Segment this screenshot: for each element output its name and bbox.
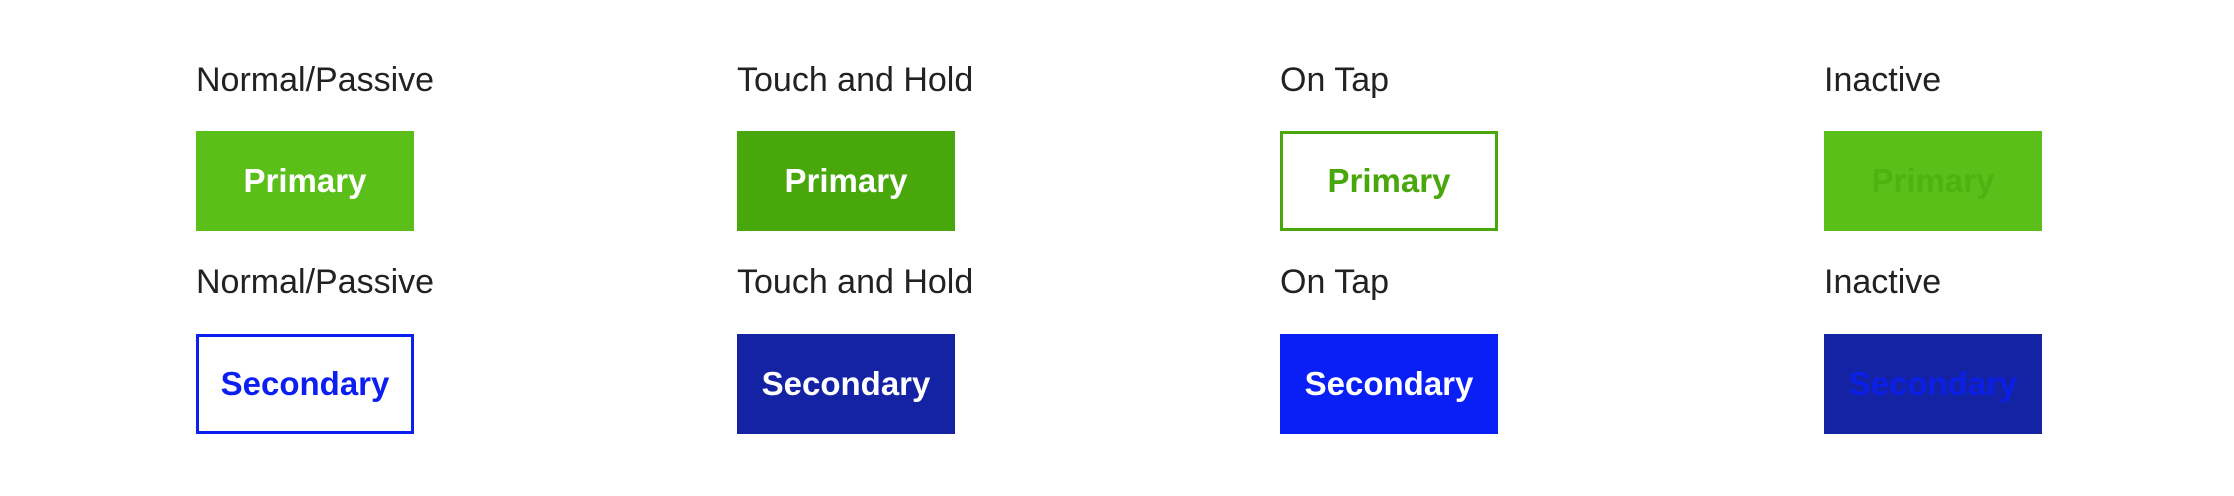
state-label-on-tap: On Tap bbox=[1280, 263, 1390, 301]
primary-button-normal[interactable]: Primary bbox=[196, 131, 414, 231]
primary-button-inactive: Primary bbox=[1824, 131, 2042, 231]
state-label-normal-passive: Normal/Passive bbox=[196, 263, 435, 301]
secondary-button-inactive: Secondary bbox=[1824, 334, 2042, 434]
state-label-touch-and-hold: Touch and Hold bbox=[737, 263, 974, 301]
state-label-inactive: Inactive bbox=[1824, 61, 1942, 99]
primary-button-on-tap[interactable]: Primary bbox=[1280, 131, 1498, 231]
secondary-button-on-tap[interactable]: Secondary bbox=[1280, 334, 1498, 434]
primary-button-touch-and-hold[interactable]: Primary bbox=[737, 131, 955, 231]
secondary-button-touch-and-hold[interactable]: Secondary bbox=[737, 334, 955, 434]
state-label-normal-passive: Normal/Passive bbox=[196, 61, 435, 99]
state-label-inactive: Inactive bbox=[1824, 263, 1942, 301]
state-label-on-tap: On Tap bbox=[1280, 61, 1390, 99]
secondary-button-normal[interactable]: Secondary bbox=[196, 334, 414, 434]
state-label-touch-and-hold: Touch and Hold bbox=[737, 61, 974, 99]
